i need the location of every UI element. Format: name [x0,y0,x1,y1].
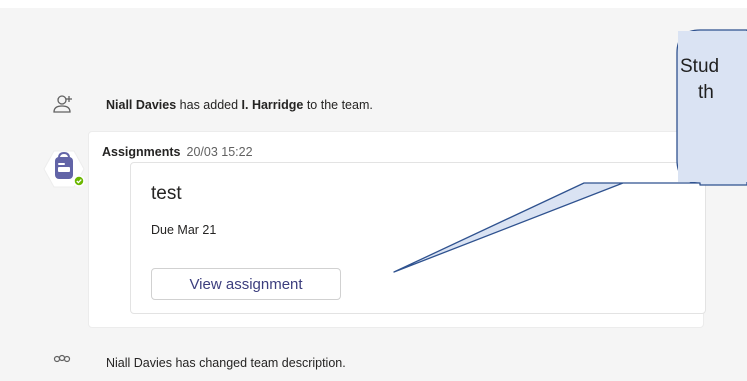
window-top-edge [0,0,747,8]
team-icon [50,354,74,376]
assignments-avatar[interactable] [41,144,87,194]
message-bubble: Assignments 20/03 15:22 test Due Mar 21 V… [88,131,706,328]
add-person-icon [50,94,74,116]
callout-text: Stud th [678,48,747,168]
callout-line-2: th [698,82,714,103]
action-text: has added [176,98,242,112]
system-message-text: Niall Davies has changed team descriptio… [106,356,346,370]
suffix-text: to the team. [303,98,373,112]
assignment-title: test [151,183,182,204]
sender-name[interactable]: Assignments [102,145,181,159]
actor-name: Niall Davies [106,98,177,112]
assignment-card: test Due Mar 21 View assignment [130,162,706,314]
system-message-description-changed: Niall Davies has changed team descriptio… [0,354,747,376]
system-message-text: Niall Davies has added I. Harridge to th… [106,98,373,112]
view-assignment-button[interactable]: View assignment [151,268,341,300]
status-available-icon [73,175,85,187]
assignment-due-date: Due Mar 21 [151,223,217,237]
callout-line-1: Stud [680,56,720,77]
system-message-member-added: Niall Davies has added I. Harridge to th… [0,94,747,116]
target-name: I. Harridge [241,98,304,112]
message-timestamp: 20/03 15:22 [186,145,253,159]
message-header: Assignments 20/03 15:22 [102,145,253,159]
